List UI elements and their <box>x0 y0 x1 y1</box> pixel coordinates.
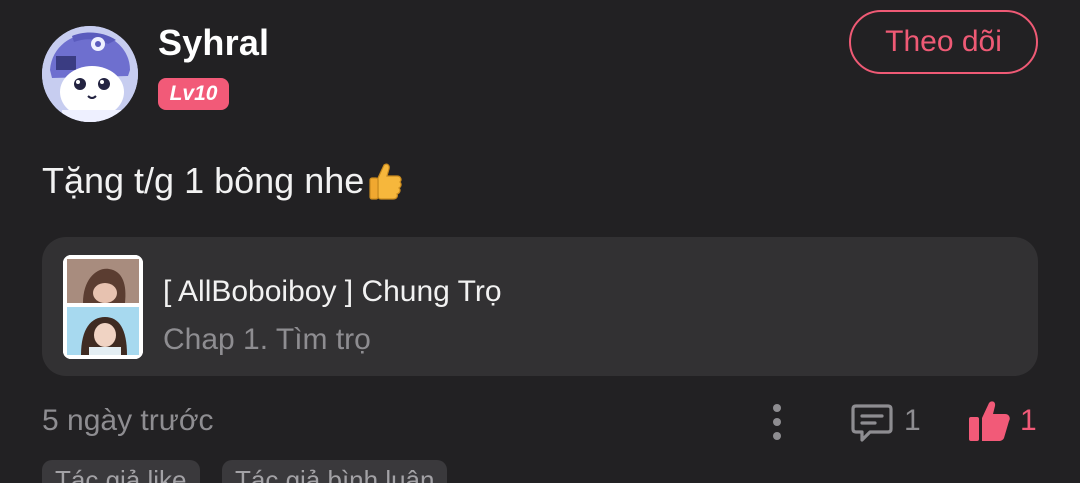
comment-item: Syhral Lv10 Theo dõi Tặng t/g 1 bông nhe <box>0 0 1080 483</box>
comment-count: 1 <box>904 404 921 437</box>
reply-button[interactable]: 1 <box>850 398 921 444</box>
more-options-button[interactable] <box>760 400 794 444</box>
tag-author-liked: Tác giả like <box>42 460 200 483</box>
username[interactable]: Syhral <box>158 22 269 64</box>
like-button[interactable]: 1 <box>966 398 1037 444</box>
follow-button[interactable]: Theo dõi <box>849 10 1038 74</box>
avatar[interactable] <box>42 26 138 122</box>
thumbs-up-emoji-icon <box>366 161 404 201</box>
story-title: [ AllBoboiboy ] Chung Trọ <box>163 275 502 308</box>
story-cover-image <box>63 255 143 359</box>
comment-text: Tặng t/g 1 bông nhe <box>42 160 365 201</box>
timestamp: 5 ngày trước <box>42 404 214 437</box>
story-card[interactable]: [ AllBoboiboy ] Chung Trọ Chap 1. Tìm tr… <box>42 237 1038 376</box>
tag-author-commented: Tác giả bình luận <box>222 460 448 483</box>
comment-body: Tặng t/g 1 bông nhe <box>42 160 404 202</box>
level-badge: Lv10 <box>158 78 229 110</box>
like-count: 1 <box>1020 404 1037 437</box>
story-chapter: Chap 1. Tìm trọ <box>163 323 371 356</box>
thumbs-up-icon <box>969 401 1010 441</box>
more-vertical-icon <box>773 404 781 440</box>
comment-icon <box>851 404 893 442</box>
